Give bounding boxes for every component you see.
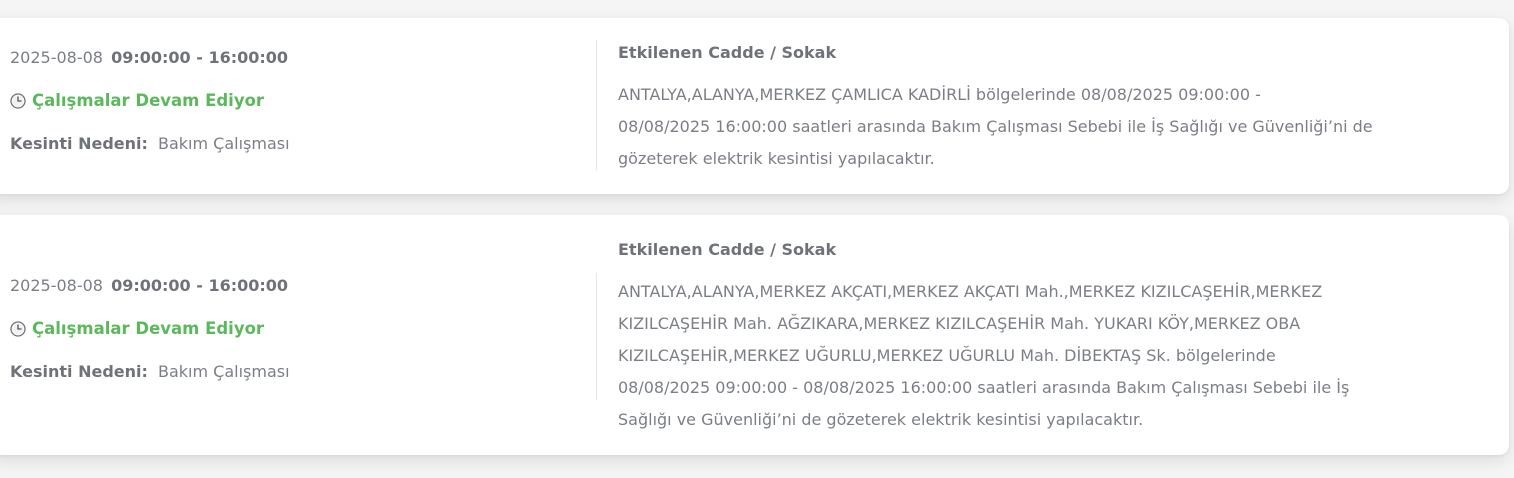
- outage-date: 2025-08-08: [10, 48, 103, 67]
- divider: [596, 40, 597, 170]
- outage-reason: Kesinti Nedeni: Bakım Çalışması: [10, 134, 580, 154]
- outage-datetime: 2025-08-08 09:00:00 - 16:00:00: [10, 276, 580, 296]
- reason-label: Kesinti Nedeni:: [10, 134, 148, 153]
- status-text: Çalışmalar Devam Ediyor: [32, 319, 265, 338]
- affected-streets-line: KIZILCAŞEHİR Mah. AĞZIKARA,MERKEZ KIZILC…: [618, 314, 1301, 333]
- clock-icon: [10, 93, 26, 109]
- affected-streets-text: ANTALYA,ALANYA,MERKEZ AKÇATI,MERKEZ AKÇA…: [618, 276, 1378, 436]
- affected-streets-line: gözeterek elektrik kesintisi yapılacaktı…: [618, 149, 935, 168]
- status-badge: Çalışmalar Devam Ediyor: [10, 319, 580, 339]
- affected-streets: Etkilenen Cadde / Sokak ANTALYA,ALANYA,M…: [618, 239, 1378, 436]
- reason-value: Bakım Çalışması: [157, 134, 290, 153]
- status-badge: Çalışmalar Devam Ediyor: [10, 91, 580, 111]
- affected-streets-title: Etkilenen Cadde / Sokak: [618, 43, 837, 62]
- affected-streets-text: ANTALYA,ALANYA,MERKEZ ÇAMLICA KADİRLİ bö…: [618, 79, 1378, 175]
- outage-date: 2025-08-08: [10, 276, 103, 295]
- affected-streets-title: Etkilenen Cadde / Sokak: [618, 240, 837, 259]
- clock-icon: [10, 321, 26, 337]
- reason-label: Kesinti Nedeni:: [10, 362, 148, 381]
- affected-streets-line: 08/08/2025 16:00:00 saatleri arasında Ba…: [618, 117, 1373, 136]
- outage-time-range: 09:00:00 - 16:00:00: [111, 276, 289, 295]
- reason-value: Bakım Çalışması: [157, 362, 290, 381]
- outage-summary: 2025-08-08 09:00:00 - 16:00:00 Çalışmala…: [10, 276, 580, 382]
- outage-reason: Kesinti Nedeni: Bakım Çalışması: [10, 362, 580, 382]
- outage-time-range: 09:00:00 - 16:00:00: [111, 48, 289, 67]
- affected-streets-line: ANTALYA,ALANYA,MERKEZ ÇAMLICA KADİRLİ bö…: [618, 85, 1261, 104]
- outage-card: 2025-08-08 09:00:00 - 16:00:00 Çalışmala…: [0, 215, 1509, 455]
- affected-streets-line: KIZILCAŞEHİR,MERKEZ UĞURLU,MERKEZ UĞURLU…: [618, 346, 1276, 365]
- affected-streets-line: 08/08/2025 09:00:00 - 08/08/2025 16:00:0…: [618, 378, 1350, 397]
- affected-streets: Etkilenen Cadde / Sokak ANTALYA,ALANYA,M…: [618, 42, 1378, 175]
- outage-summary: 2025-08-08 09:00:00 - 16:00:00 Çalışmala…: [10, 48, 580, 154]
- status-text: Çalışmalar Devam Ediyor: [32, 91, 265, 110]
- outage-card: 2025-08-08 09:00:00 - 16:00:00 Çalışmala…: [0, 18, 1509, 194]
- outage-datetime: 2025-08-08 09:00:00 - 16:00:00: [10, 48, 580, 68]
- affected-streets-line: ANTALYA,ALANYA,MERKEZ AKÇATI,MERKEZ AKÇA…: [618, 282, 1323, 301]
- affected-streets-line: Sağlığı ve Güvenliği’ni de gözeterek ele…: [618, 410, 1144, 429]
- divider: [596, 273, 597, 400]
